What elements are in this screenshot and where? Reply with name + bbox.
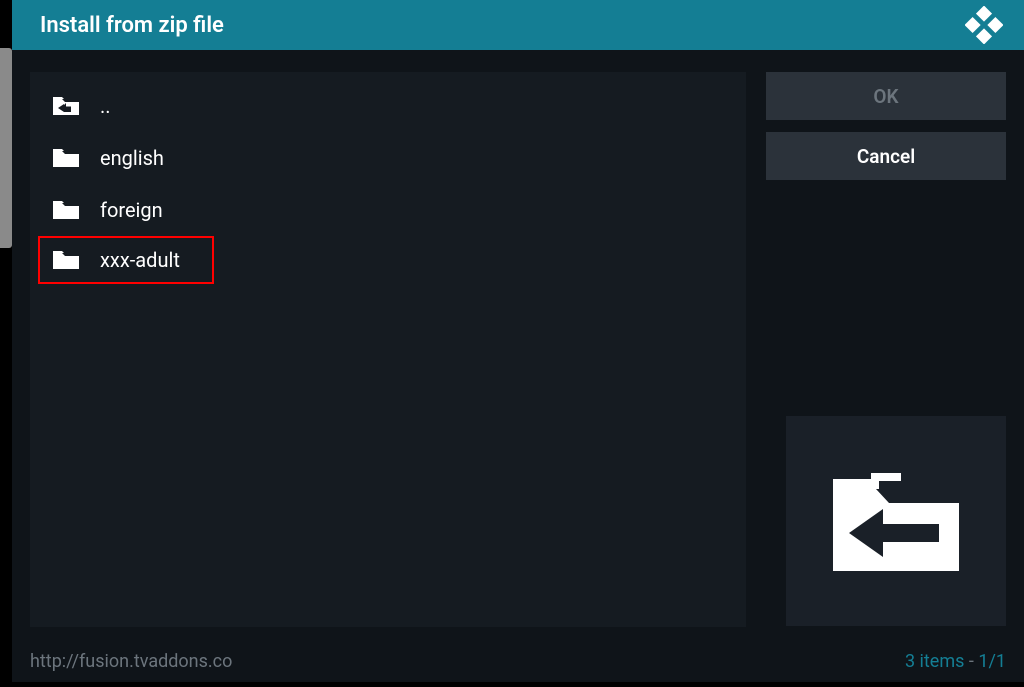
file-label: xxx-adult [100,248,180,272]
folder-up-icon [50,94,82,118]
folder-icon [50,146,82,170]
file-item-english[interactable]: english [30,132,746,184]
folder-icon [50,198,82,222]
file-label: foreign [100,198,163,222]
dialog-header: Install from zip file [12,0,1024,50]
cancel-button[interactable]: Cancel [766,132,1006,180]
dialog-window: Install from zip file [12,0,1024,682]
right-panel: OK Cancel [766,72,1016,646]
file-label: english [100,146,164,170]
file-list[interactable]: .. english foreign [30,72,746,627]
ok-button[interactable]: OK [766,72,1006,120]
file-label: .. [100,94,111,118]
kodi-logo-icon [964,5,1004,45]
file-item-up[interactable]: .. [30,80,746,132]
left-tab [0,48,12,248]
dialog-body: .. english foreign [12,50,1024,646]
footer-path: http://fusion.tvaddons.co [30,651,232,672]
footer-page: 1/1 [978,651,1006,672]
footer-status: 3 items - 1/1 [905,651,1006,672]
footer-items: 3 items [905,651,964,672]
footer-separator: - [969,651,978,672]
file-item-xxx-adult[interactable]: xxx-adult [38,236,214,284]
dialog-title: Install from zip file [40,13,224,38]
folder-icon [50,248,82,272]
folder-back-icon [821,461,971,581]
dialog-footer: http://fusion.tvaddons.co 3 items - 1/1 [12,646,1024,682]
file-item-foreign[interactable]: foreign [30,184,746,236]
preview-panel [786,416,1006,626]
